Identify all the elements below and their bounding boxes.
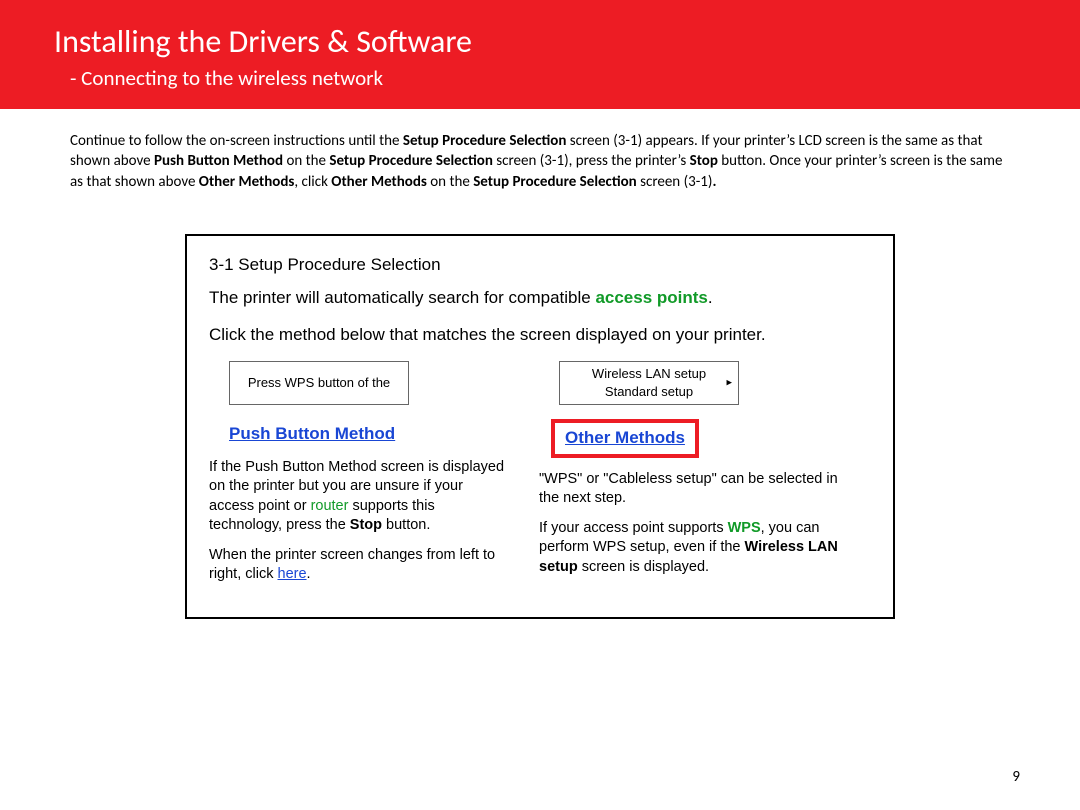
dialog-heading: 3-1 Setup Procedure Selection [209,254,893,277]
right-column: Wireless LAN setup Standard setup Other … [539,361,839,595]
left-desc-1: If the Push Button Method screen is disp… [209,458,509,536]
other-methods-link[interactable]: Other Methods [565,427,685,450]
page-title: Installing the Drivers & Software [54,22,1080,61]
left-column: Press WPS button of the Push Button Meth… [209,361,509,595]
left-desc-2: When the printer screen changes from lef… [209,546,509,585]
intro-paragraph: Continue to follow the on-screen instruc… [70,131,1010,192]
dialog-intro-1: The printer will automatically search fo… [209,287,871,310]
dialog-intro-2: Click the method below that matches the … [209,324,871,347]
page-number: 9 [1012,768,1020,786]
header-bar: Installing the Drivers & Software - Conn… [0,0,1080,109]
right-desc-1: "WPS" or "Cableless setup" can be select… [539,470,839,509]
push-button-method-link[interactable]: Push Button Method [229,423,395,446]
page-subtitle: - Connecting to the wireless network [70,65,1080,91]
other-methods-highlight: Other Methods [551,419,699,458]
lcd-other-methods: Wireless LAN setup Standard setup [559,361,739,405]
lcd-push-button: Press WPS button of the [229,361,409,405]
right-desc-2: If your access point supports WPS, you c… [539,519,839,578]
setup-dialog: 3-1 Setup Procedure Selection The printe… [185,234,895,619]
here-link[interactable]: here [278,566,307,582]
